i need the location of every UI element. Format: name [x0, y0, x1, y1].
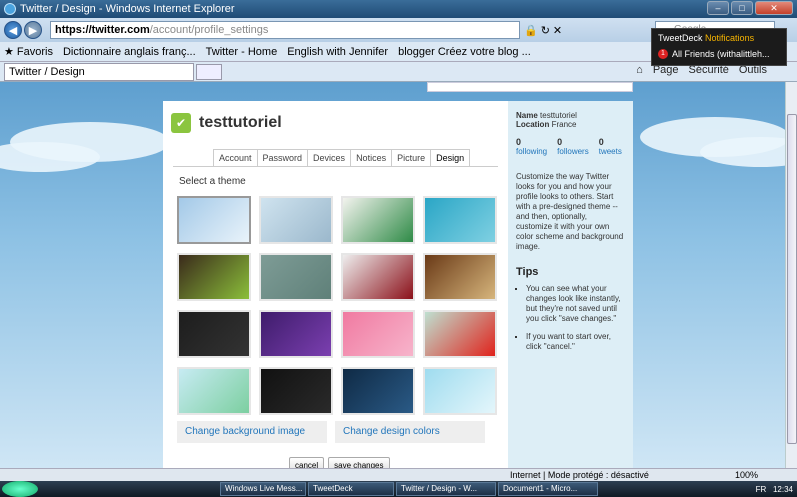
theme-thumbnail[interactable]: [259, 196, 333, 244]
taskbar-item[interactable]: Document1 - Micro...: [498, 482, 598, 496]
change-colors-link[interactable]: Change design colors: [335, 421, 485, 443]
window-titlebar: Twitter / Design - Windows Internet Expl…: [0, 0, 797, 18]
toast-message: All Friends (withalittleh...: [672, 49, 770, 59]
taskbar: Windows Live Mess... TweetDeck Twitter /…: [0, 481, 797, 497]
url-host: https://twitter.com: [55, 24, 150, 36]
stop-icon[interactable]: ✕: [553, 24, 562, 37]
theme-thumbnail[interactable]: [177, 196, 251, 244]
ie-icon: [4, 3, 16, 15]
tip-item: You can see what your changes look like …: [526, 284, 625, 324]
vertical-scrollbar[interactable]: [785, 82, 797, 468]
name-value: testtutoriel: [540, 111, 577, 120]
favorite-link[interactable]: Twitter - Home: [206, 46, 278, 58]
tab-account[interactable]: Account: [213, 149, 258, 167]
tab-picture[interactable]: Picture: [391, 149, 432, 167]
home-icon[interactable]: ⌂: [636, 64, 643, 76]
browser-tab[interactable]: Twitter / Design: [4, 62, 194, 81]
name-label: Name: [516, 111, 538, 120]
zoom-level[interactable]: 100%: [735, 470, 758, 480]
page-viewport: ✔ testtutoriel Account Password Devices …: [0, 82, 785, 468]
theme-thumbnail[interactable]: [341, 367, 415, 415]
twitter-bird-icon: ✔: [171, 113, 191, 133]
maximize-button[interactable]: □: [731, 1, 753, 15]
top-strip: [427, 82, 633, 92]
settings-panel: ✔ testtutoriel Account Password Devices …: [163, 101, 508, 468]
theme-thumbnail[interactable]: [259, 253, 333, 301]
theme-thumbnail[interactable]: [177, 367, 251, 415]
theme-thumbnail[interactable]: [423, 196, 497, 244]
notification-badge: 1: [658, 49, 668, 59]
favorite-link[interactable]: Dictionnaire anglais franç...: [63, 46, 196, 58]
theme-thumbnail[interactable]: [423, 367, 497, 415]
theme-thumbnail[interactable]: [259, 310, 333, 358]
tab-notices[interactable]: Notices: [350, 149, 393, 167]
favorite-link[interactable]: English with Jennifer: [287, 46, 388, 58]
tweetdeck-notification[interactable]: TweetDeck Notifications 1 All Friends (wi…: [651, 28, 787, 66]
toast-app: TweetDeck: [658, 33, 703, 43]
url-path: /account/profile_settings: [149, 24, 269, 36]
design-intro: Customize the way Twitter looks for you …: [516, 172, 624, 251]
window-title: Twitter / Design - Windows Internet Expl…: [20, 3, 235, 15]
favorites-button[interactable]: ★ Favoris: [4, 45, 53, 58]
taskbar-item[interactable]: Twitter / Design - W...: [396, 482, 496, 496]
cancel-button[interactable]: cancel: [289, 457, 325, 468]
tips-title: Tips: [516, 266, 539, 278]
taskbar-item[interactable]: TweetDeck: [308, 482, 394, 496]
status-bar: Internet | Mode protégé : désactivé 100%: [0, 468, 797, 481]
taskbar-item[interactable]: Windows Live Mess...: [220, 482, 306, 496]
following-stat[interactable]: 0 following: [516, 137, 547, 156]
minimize-button[interactable]: –: [707, 1, 729, 15]
forward-button[interactable]: ▶: [24, 21, 42, 39]
location-label: Location: [516, 120, 550, 129]
lock-icon[interactable]: 🔒: [524, 24, 538, 37]
theme-thumbnail[interactable]: [177, 253, 251, 301]
close-button[interactable]: ✕: [755, 1, 793, 15]
profile-sidebar: Name testtutoriel Location France 0 follo…: [508, 101, 633, 468]
theme-thumbnail[interactable]: [341, 310, 415, 358]
profile-header: ✔ testtutoriel: [171, 113, 282, 133]
tab-devices[interactable]: Devices: [307, 149, 352, 167]
security-zone: Internet | Mode protégé : désactivé: [510, 470, 649, 480]
favorite-link[interactable]: blogger Créez votre blog ...: [398, 46, 531, 58]
theme-thumbnail[interactable]: [341, 253, 415, 301]
theme-thumbnail[interactable]: [423, 310, 497, 358]
clock: 12:34: [772, 484, 793, 494]
theme-thumbnail[interactable]: [177, 310, 251, 358]
change-background-link[interactable]: Change background image: [177, 421, 327, 443]
refresh-icon[interactable]: ↻: [541, 24, 550, 37]
tip-item: If you want to start over, click "cancel…: [526, 332, 625, 352]
url-input[interactable]: https://twitter.com /account/profile_set…: [50, 21, 520, 39]
profile-username: testtutoriel: [199, 114, 282, 131]
save-changes-button[interactable]: save changes: [328, 457, 390, 468]
theme-thumbnail[interactable]: [423, 253, 497, 301]
theme-grid: [177, 196, 497, 415]
followers-stat[interactable]: 0 followers: [557, 137, 589, 156]
theme-thumbnail[interactable]: [341, 196, 415, 244]
section-title: Select a theme: [179, 176, 246, 187]
location-value: France: [551, 120, 577, 129]
system-tray: FR 12:34: [755, 484, 793, 494]
new-tab-button[interactable]: [196, 63, 222, 80]
start-button[interactable]: [2, 481, 38, 497]
back-button[interactable]: ◀: [4, 21, 22, 39]
tab-design[interactable]: Design: [430, 149, 471, 167]
tab-password[interactable]: Password: [256, 149, 309, 167]
theme-thumbnail[interactable]: [259, 367, 333, 415]
tweets-stat[interactable]: 0 tweets: [599, 137, 622, 156]
settings-tabs: Account Password Devices Notices Picture…: [213, 149, 471, 167]
scroll-thumb[interactable]: [787, 114, 797, 444]
toast-kind: Notifications: [705, 33, 755, 43]
